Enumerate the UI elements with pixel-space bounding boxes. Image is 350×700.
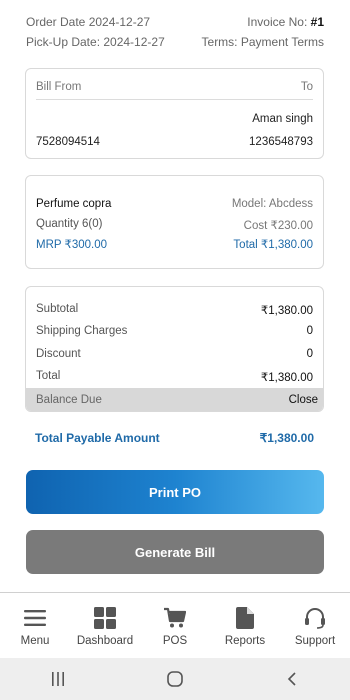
subtotal-value: ₹1,380.00: [260, 305, 313, 317]
back-icon[interactable]: [272, 672, 312, 686]
bill-to-name: Aman singh: [252, 113, 313, 125]
nav-support[interactable]: Support: [280, 593, 350, 658]
order-date: Order Date 2024-12-27: [26, 15, 151, 29]
total-value: ₹1,380.00: [260, 372, 313, 384]
shipping-label: Shipping Charges: [36, 325, 128, 337]
summary-card: Subtotal ₹1,380.00 Shipping Charges 0 Di…: [25, 286, 324, 412]
headset-icon: [304, 606, 326, 630]
bottom-navigation: Menu Dashboard POS Reports Support: [0, 592, 350, 658]
total-row: Total ₹1,380.00: [36, 370, 313, 384]
system-navigation-bar: [0, 658, 350, 700]
nav-pos[interactable]: POS: [140, 593, 210, 658]
invoice-value: #1: [310, 15, 324, 29]
item-mrp: MRP ₹300.00: [36, 239, 108, 251]
recent-apps-icon[interactable]: [38, 672, 78, 686]
nav-reports-label: Reports: [224, 635, 266, 647]
discount-label: Discount: [36, 348, 81, 360]
item-row-price: MRP ₹300.00 Total ₹1,380.00: [36, 237, 313, 251]
total-payable: Total Payable Amount ₹1,380.00: [35, 431, 314, 445]
order-header: Order Date 2024-12-27 Invoice No: #1 Pic…: [26, 14, 324, 54]
bill-to-label: To: [300, 81, 313, 93]
balance-due-value: Close: [288, 394, 318, 406]
nav-pos-label: POS: [162, 635, 188, 647]
nav-dashboard[interactable]: Dashboard: [70, 593, 140, 658]
item-total: Total ₹1,380.00: [233, 239, 313, 251]
total-payable-label: Total Payable Amount: [35, 431, 160, 445]
payment-terms: Terms: Payment Terms: [201, 35, 324, 49]
discount-row: Discount 0: [36, 348, 313, 360]
discount-value: 0: [306, 348, 313, 360]
dashboard-icon: [94, 606, 116, 630]
bill-parties-header: Bill From To: [36, 81, 313, 100]
shipping-row: Shipping Charges 0: [36, 325, 313, 337]
print-po-button[interactable]: Print PO: [26, 470, 324, 514]
generate-bill-button[interactable]: Generate Bill: [26, 530, 324, 574]
subtotal-row: Subtotal ₹1,380.00: [36, 303, 313, 317]
total-label: Total: [36, 370, 61, 382]
balance-due-row: Balance Due Close: [26, 388, 323, 411]
nav-dashboard-label: Dashboard: [76, 635, 134, 647]
nav-support-label: Support: [294, 635, 336, 647]
bill-to-phone: 1236548793: [249, 136, 313, 148]
item-model: Model: Abcdess: [231, 198, 313, 210]
bill-from-phone: 7528094514: [36, 136, 100, 148]
pickup-date: Pick-Up Date: 2024-12-27: [26, 35, 165, 49]
item-row-qty: Quantity 6(0) Cost ₹230.00: [36, 218, 313, 232]
bill-from-label: Bill From: [36, 81, 82, 93]
shipping-value: 0: [306, 325, 313, 337]
bill-phones: 7528094514 1236548793: [36, 136, 313, 148]
cart-icon: [164, 606, 186, 630]
item-cost: Cost ₹230.00: [243, 220, 313, 232]
nav-menu[interactable]: Menu: [0, 593, 70, 658]
balance-due-label: Balance Due: [36, 394, 102, 406]
invoice-number: Invoice No: #1: [247, 14, 324, 34]
nav-menu-label: Menu: [20, 635, 50, 647]
item-name: Perfume copra: [36, 198, 112, 210]
invoice-label: Invoice No:: [247, 15, 311, 29]
menu-icon: [24, 606, 46, 630]
item-quantity: Quantity 6(0): [36, 218, 103, 230]
subtotal-label: Subtotal: [36, 303, 79, 315]
item-card: Perfume copra Model: Abcdess Quantity 6(…: [25, 175, 324, 269]
nav-reports[interactable]: Reports: [210, 593, 280, 658]
document-icon: [236, 606, 254, 630]
total-payable-value: ₹1,380.00: [259, 431, 314, 445]
home-icon[interactable]: [155, 671, 195, 687]
bill-parties-card: Bill From To Aman singh 7528094514 12365…: [25, 68, 324, 159]
item-row-name: Perfume copra Model: Abcdess: [36, 198, 313, 210]
